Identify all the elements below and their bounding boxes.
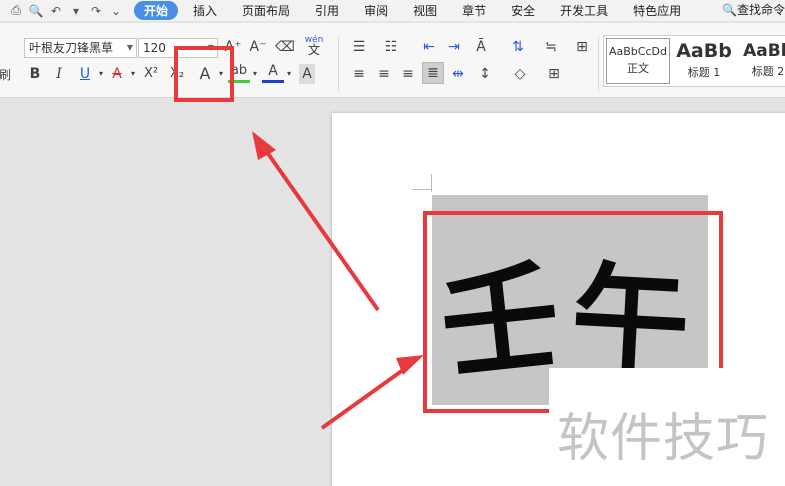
arrow-line-right [320,363,412,430]
watermark-text: 软件技巧 [557,409,770,469]
watermark-panel: 软件技巧 [549,368,785,486]
arrow-line-up [260,143,380,312]
arrowhead-up [252,131,276,160]
